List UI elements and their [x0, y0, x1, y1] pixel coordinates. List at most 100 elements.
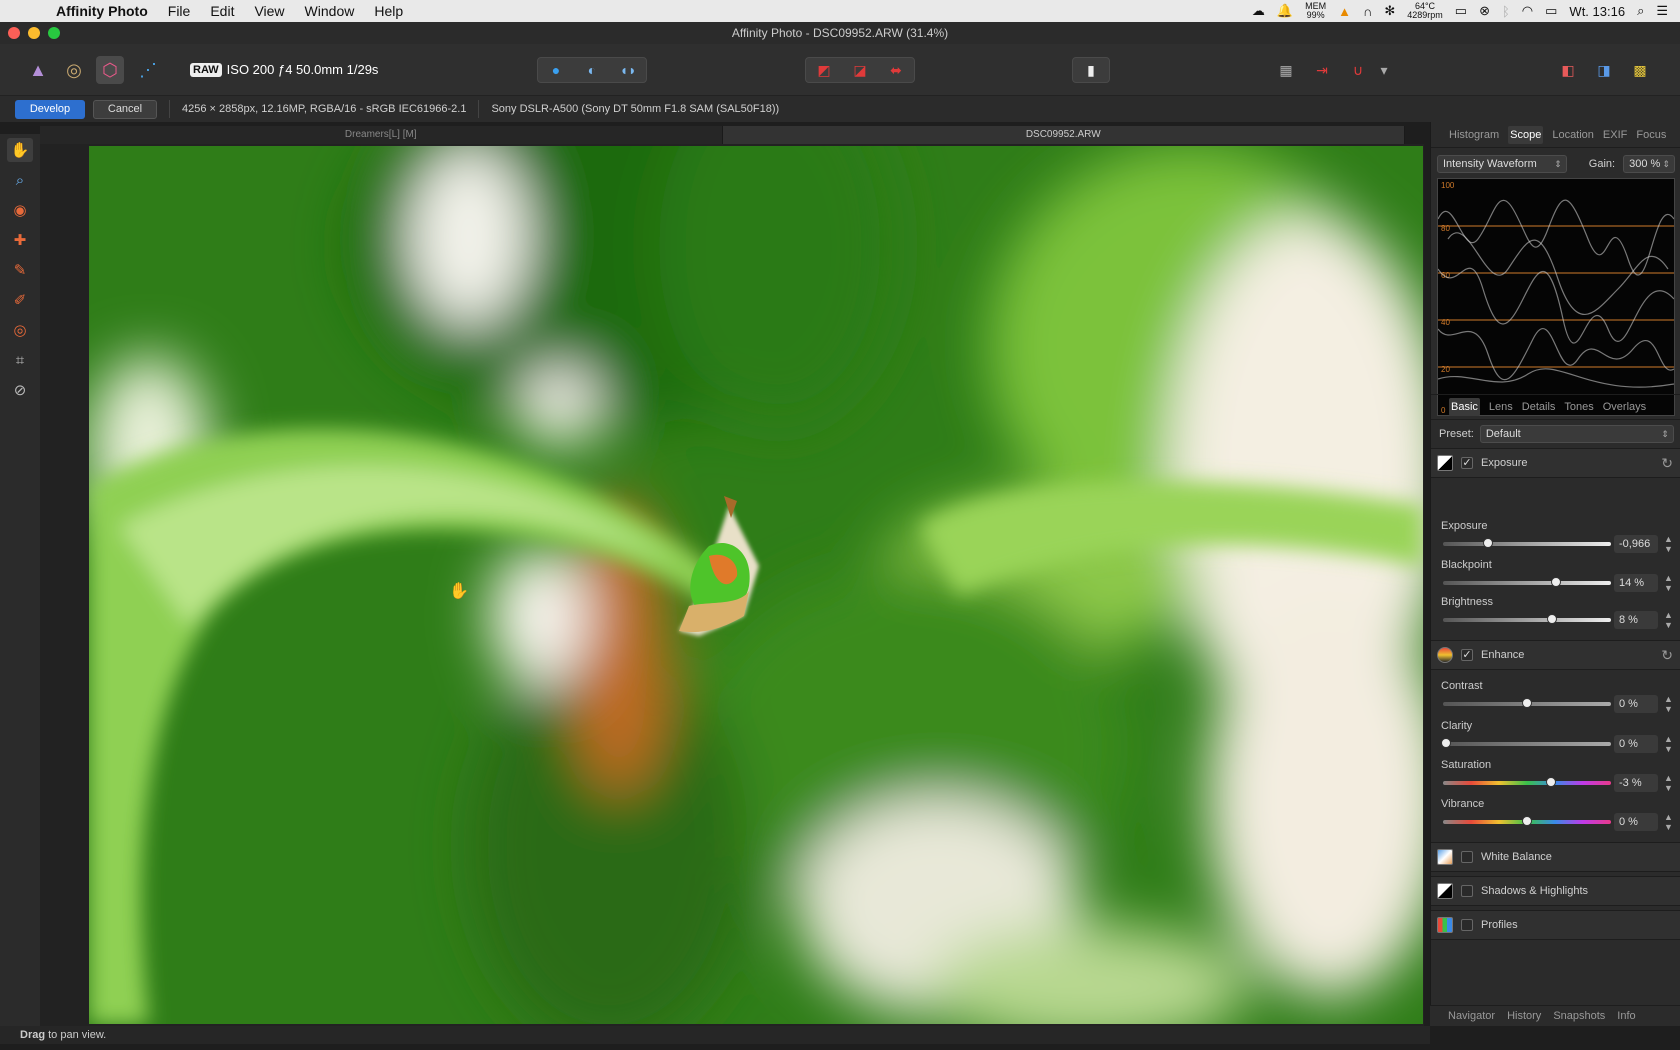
shadows-highlights-header[interactable]: Shadows & Highlights — [1431, 876, 1680, 906]
assistant-icon[interactable]: ▮ — [1073, 58, 1109, 82]
photo-persona-icon[interactable]: ▲ — [24, 56, 52, 84]
tab-scope[interactable]: Scope — [1508, 125, 1544, 144]
exposure-stepper-icon[interactable]: ▲ ▼ — [1664, 534, 1673, 554]
align-icon[interactable]: ⇥ — [1304, 58, 1340, 82]
tab-navigator[interactable]: Navigator — [1448, 1010, 1495, 1022]
tab-exif[interactable]: EXIF — [1603, 129, 1627, 141]
snapping-dropdown-icon[interactable]: ▾ — [1376, 58, 1392, 82]
clarity-track[interactable] — [1443, 742, 1611, 746]
notification-center-icon[interactable]: ☰ — [1656, 3, 1668, 19]
clarity-value[interactable]: 0 % — [1614, 735, 1658, 753]
exposure-value[interactable]: -0,966 — [1614, 535, 1658, 553]
tab-info[interactable]: Info — [1617, 1010, 1635, 1022]
clip-shadows-icon[interactable]: ◪ — [842, 58, 878, 82]
liquify-persona-icon[interactable]: ◎ — [60, 56, 88, 84]
blackpoint-track[interactable] — [1443, 581, 1611, 585]
export-persona-icon[interactable]: ⋰ — [134, 56, 162, 84]
crop-tool-icon[interactable]: ⌗ — [7, 348, 33, 372]
toggle-right-studio-icon[interactable]: ◨ — [1586, 58, 1622, 82]
develop-button[interactable]: Develop — [15, 99, 85, 119]
white-balance-header[interactable]: White Balance — [1431, 842, 1680, 872]
tab-dsc09952[interactable]: DSC09952.ARW — [722, 126, 1405, 144]
display-icon[interactable]: ▭ — [1455, 3, 1467, 19]
saturation-value[interactable]: -3 % — [1614, 774, 1658, 792]
creative-cloud-icon[interactable]: ☁ — [1252, 3, 1265, 19]
reset-exposure-icon[interactable]: ↻ — [1661, 455, 1673, 472]
vibrance-slider-knob[interactable] — [1522, 816, 1532, 826]
tab-focus[interactable]: Focus — [1636, 129, 1666, 141]
brush-tool-icon[interactable]: ✎ — [7, 258, 33, 282]
menu-view[interactable]: View — [254, 3, 284, 19]
menu-edit[interactable]: Edit — [210, 3, 234, 19]
minimize-window-button[interactable] — [28, 27, 40, 39]
wifi-icon[interactable]: ◠ — [1522, 3, 1533, 19]
vlc-icon[interactable]: ▲ — [1338, 4, 1351, 19]
tab-overlays[interactable]: Overlays — [1603, 401, 1646, 413]
clip-tones-icon[interactable]: ⬌ — [878, 58, 914, 82]
shadows-highlights-checkbox[interactable] — [1461, 885, 1473, 897]
brightness-track[interactable] — [1443, 618, 1611, 622]
cancel-button[interactable]: Cancel — [93, 99, 157, 119]
saturation-stepper-icon[interactable]: ▲ ▼ — [1664, 773, 1673, 793]
tab-location[interactable]: Location — [1552, 129, 1594, 141]
spotlight-search-icon[interactable]: ⌕ — [1637, 3, 1644, 19]
reset-enhance-icon[interactable]: ↻ — [1661, 647, 1673, 664]
menu-file[interactable]: File — [168, 3, 191, 19]
app-menu[interactable]: Affinity Photo — [56, 3, 148, 19]
exposure-slider-knob[interactable] — [1483, 538, 1494, 548]
mirror-view-icon[interactable]: ◖◗ — [610, 58, 646, 82]
toggle-left-studio-icon[interactable]: ◧ — [1550, 58, 1586, 82]
white-balance-picker-icon[interactable]: ⊘ — [7, 378, 33, 402]
saturation-slider-knob[interactable] — [1545, 777, 1556, 787]
battery-icon[interactable]: ▭ — [1545, 3, 1557, 19]
contrast-stepper-icon[interactable]: ▲ ▼ — [1664, 694, 1673, 714]
hand-tool-icon[interactable]: ✋ — [7, 138, 33, 162]
exposure-track[interactable] — [1443, 542, 1611, 546]
zoom-tool-icon[interactable]: ⌕ — [7, 168, 33, 192]
profiles-header[interactable]: Profiles — [1431, 910, 1680, 940]
tab-history[interactable]: History — [1507, 1010, 1541, 1022]
gain-select[interactable]: 300 % — [1623, 155, 1675, 173]
headphones-icon[interactable]: ∩ — [1363, 4, 1372, 19]
exposure-header[interactable]: ✓ Exposure ↻ — [1431, 448, 1680, 478]
tab-basic[interactable]: Basic — [1449, 398, 1480, 416]
enhance-enable-checkbox[interactable]: ✓ — [1461, 649, 1473, 661]
fan-icon[interactable]: ✻ — [1384, 3, 1395, 19]
no-disc-icon[interactable]: ⊗ — [1479, 3, 1490, 19]
grid-icon[interactable]: ▦ — [1268, 58, 1304, 82]
develop-persona-icon[interactable]: ⬡ — [96, 56, 124, 84]
close-window-button[interactable] — [8, 27, 20, 39]
split-view-icon[interactable]: ◐ — [574, 58, 610, 82]
blackpoint-stepper-icon[interactable]: ▲ ▼ — [1664, 573, 1673, 593]
tab-details[interactable]: Details — [1522, 401, 1556, 413]
tab-dreamers[interactable]: Dreamers[L] [M] — [40, 126, 723, 144]
scope-mode-select[interactable]: Intensity Waveform — [1437, 155, 1567, 173]
bluetooth-icon[interactable]: ᛒ — [1502, 4, 1510, 19]
white-balance-checkbox[interactable] — [1461, 851, 1473, 863]
enhance-header[interactable]: ✓ Enhance ↻ — [1431, 640, 1680, 670]
blemish-tool-icon[interactable]: ✚ — [7, 228, 33, 252]
clip-highlights-icon[interactable]: ◩ — [806, 58, 842, 82]
tab-histogram[interactable]: Histogram — [1449, 129, 1499, 141]
vibrance-stepper-icon[interactable]: ▲ ▼ — [1664, 812, 1673, 832]
color-panel-icon[interactable]: ▩ — [1622, 58, 1658, 82]
clarity-stepper-icon[interactable]: ▲ ▼ — [1664, 734, 1673, 754]
notification-bell-icon[interactable]: 🔔 — [1277, 3, 1293, 19]
menu-help[interactable]: Help — [374, 3, 403, 19]
clock[interactable]: Wt. 13:16 — [1569, 4, 1625, 19]
overlay-gradient-icon[interactable]: ◎ — [7, 318, 33, 342]
exposure-enable-checkbox[interactable]: ✓ — [1461, 457, 1473, 469]
erase-brush-icon[interactable]: ✐ — [7, 288, 33, 312]
profiles-checkbox[interactable] — [1461, 919, 1473, 931]
saturation-track[interactable] — [1443, 781, 1611, 785]
tab-snapshots[interactable]: Snapshots — [1553, 1010, 1605, 1022]
brightness-stepper-icon[interactable]: ▲ ▼ — [1664, 610, 1673, 630]
preset-select[interactable]: Default — [1479, 425, 1674, 443]
contrast-value[interactable]: 0 % — [1614, 695, 1658, 713]
temperature-indicator[interactable]: 64°C 4289rpm — [1407, 2, 1443, 20]
blackpoint-value[interactable]: 14 % — [1614, 574, 1658, 592]
tab-tones[interactable]: Tones — [1564, 401, 1593, 413]
vibrance-value[interactable]: 0 % — [1614, 813, 1658, 831]
zoom-window-button[interactable] — [48, 27, 60, 39]
blackpoint-slider-knob[interactable] — [1550, 577, 1561, 587]
